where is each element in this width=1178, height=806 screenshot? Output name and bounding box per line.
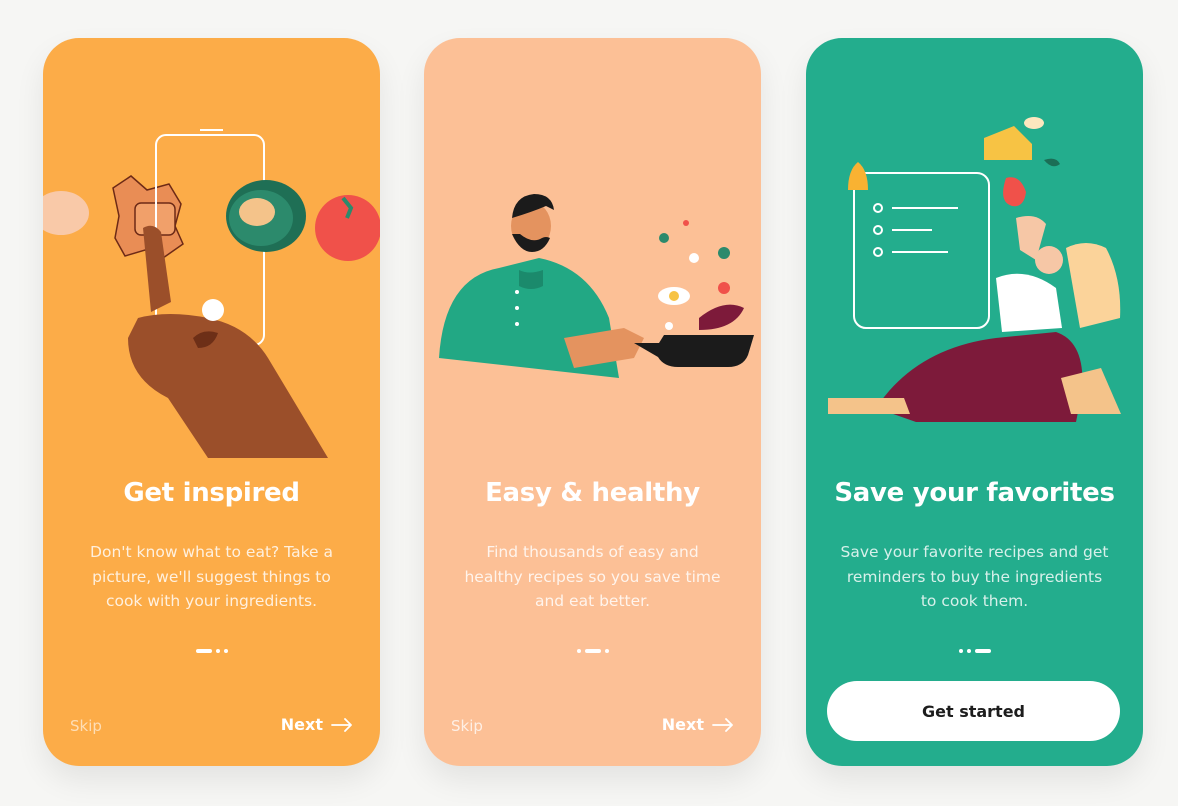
screen-title: Save your favorites [834, 478, 1115, 508]
screen-description: Find thousands of easy and healthy recip… [464, 543, 721, 610]
screen-description: Save your favorite recipes and get remin… [840, 543, 1109, 610]
checklist-reminder-illustration [828, 117, 1121, 422]
pagination-dots [43, 649, 380, 653]
frying-pan [634, 335, 754, 367]
page-dot [958, 649, 963, 653]
next-label: Next [661, 715, 704, 734]
page-dot-active [195, 649, 212, 653]
page-dot [223, 649, 228, 653]
page-dot [604, 649, 609, 653]
onboarding-card-get-inspired: Get inspired Don't know what to eat? Tak… [43, 38, 380, 766]
mushroom-shape [43, 191, 89, 235]
page-dot [966, 649, 971, 653]
page-dot-active [584, 649, 601, 653]
pagination-dots [424, 649, 761, 653]
next-button[interactable]: Next [662, 715, 734, 734]
woman-illustration [828, 216, 1121, 422]
next-button[interactable]: Next [281, 715, 353, 734]
pepper-illustration [1003, 177, 1026, 207]
screen-title: Easy & healthy [485, 478, 700, 508]
hand-illustration [128, 225, 328, 458]
cheese-illustration [984, 126, 1032, 160]
bell-icon [848, 162, 868, 190]
arrow-right-icon [331, 717, 352, 732]
pagination-dots [806, 649, 1143, 653]
arrow-right-icon [712, 717, 733, 732]
onboarding-card-easy-healthy: Easy & healthy Find thousands of easy an… [424, 38, 761, 766]
page-dot [215, 649, 220, 653]
page-dot-active [974, 649, 991, 653]
onboarding-card-save-favorites: Save your favorites Save your favorite r… [806, 38, 1143, 766]
screen-description: Don't know what to eat? Take a picture, … [90, 543, 333, 610]
tomato-illustration [315, 195, 380, 261]
avocado-illustration [226, 180, 306, 252]
next-label: Next [280, 715, 323, 734]
screen-title: Get inspired [123, 478, 300, 508]
get-started-button[interactable]: Get started [827, 681, 1120, 741]
flying-food [658, 220, 744, 330]
phone-scan-illustration [43, 129, 380, 458]
page-dot [576, 649, 581, 653]
chef-cooking-illustration [439, 194, 754, 378]
skip-button[interactable]: Skip [70, 717, 102, 735]
skip-button[interactable]: Skip [451, 717, 483, 735]
leaf-shape [1024, 117, 1044, 129]
